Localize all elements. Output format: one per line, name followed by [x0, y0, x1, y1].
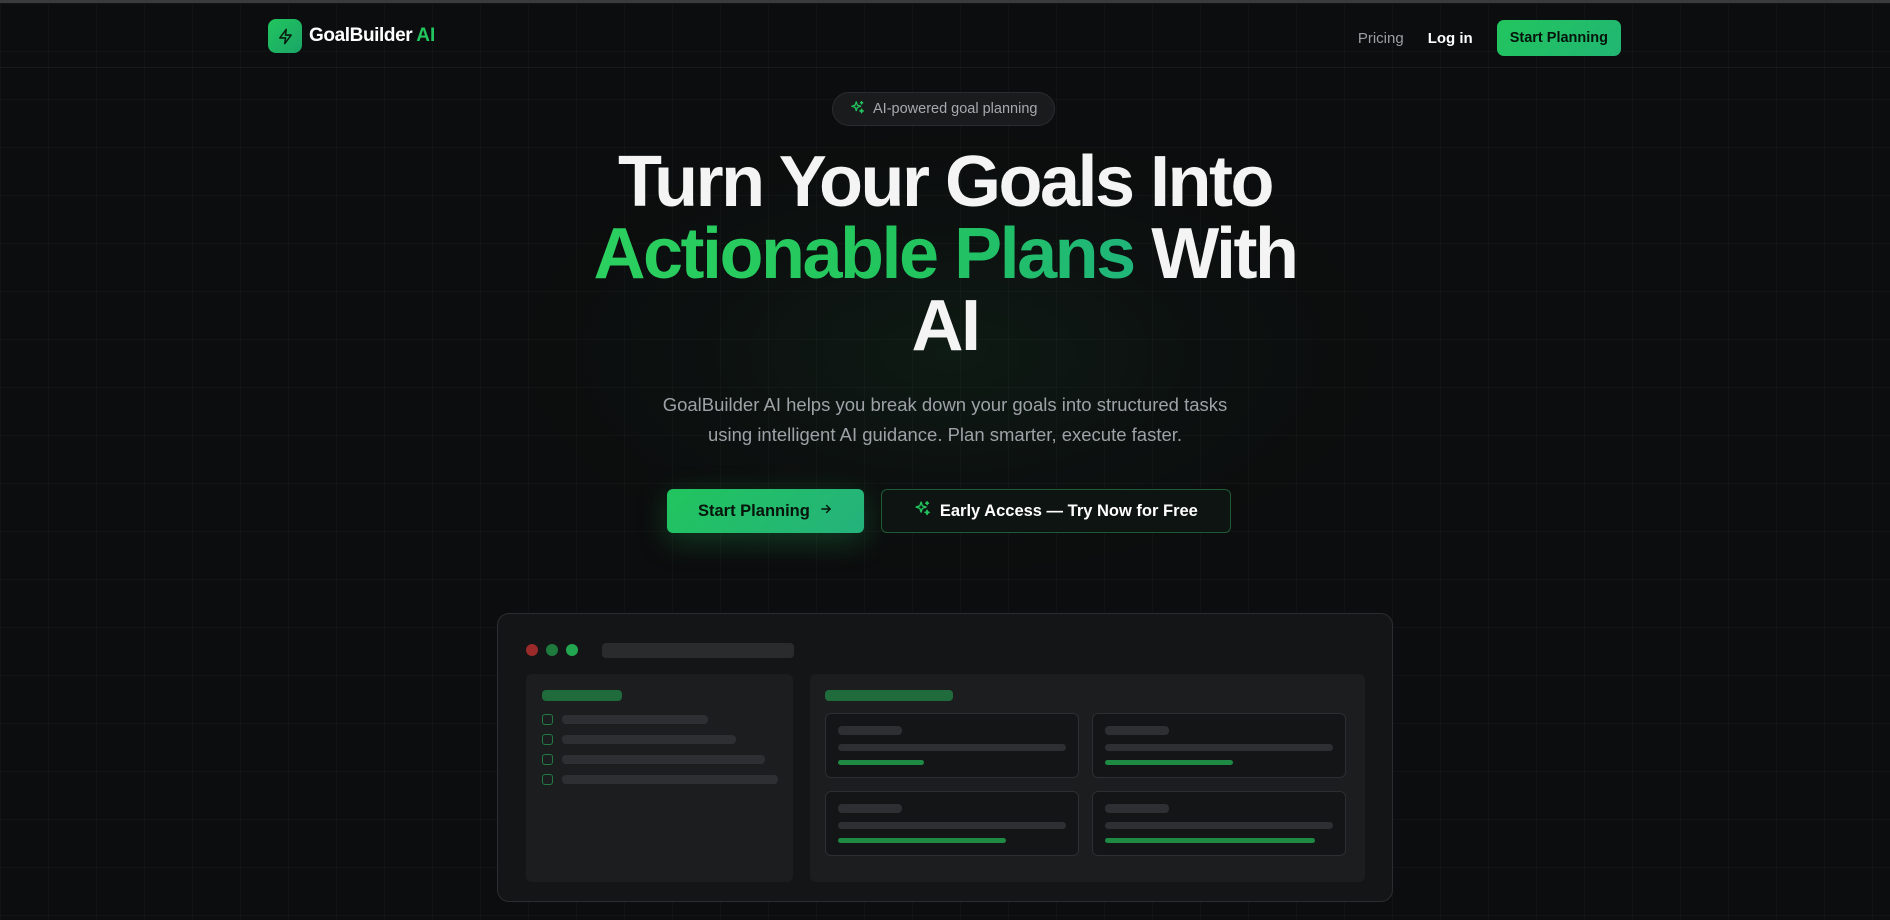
- sparkles-icon: [850, 100, 865, 119]
- mock-card: [1092, 791, 1346, 856]
- mock-task-line: [562, 715, 708, 724]
- lightning-bolt-icon: [268, 19, 302, 53]
- brand-name: GoalBuilder: [309, 25, 413, 46]
- mock-checkbox: [542, 714, 553, 725]
- sparkles-icon: [914, 500, 931, 522]
- hero-actions: Start Planning Early Access — Try Now fo…: [667, 489, 1231, 533]
- mock-task-line: [562, 755, 765, 764]
- nav-pricing-link[interactable]: Pricing: [1358, 30, 1404, 47]
- mock-card-progress: [1105, 838, 1315, 843]
- headline-line-1: Turn Your Goals Into: [617, 142, 1275, 222]
- mock-card-line: [838, 744, 1066, 751]
- brand[interactable]: GoalBuilder AI: [268, 19, 435, 53]
- arrow-right-icon: [819, 502, 833, 521]
- mock-url-bar: [602, 643, 794, 658]
- mock-checkbox: [542, 734, 553, 745]
- early-access-button[interactable]: Early Access — Try Now for Free: [880, 489, 1231, 533]
- headline-ai: AI: [911, 286, 982, 366]
- top-nav: GoalBuilder AI Pricing Log in Start Plan…: [0, 3, 1890, 68]
- mock-checkbox: [542, 774, 553, 785]
- window-dot-maximize: [566, 644, 578, 656]
- hero-headline: Turn Your Goals Into Actionable Plans Wi…: [445, 146, 1445, 362]
- mock-panel-title: [542, 690, 622, 701]
- brand-accent: AI: [416, 25, 436, 46]
- window-dot-close: [526, 644, 538, 656]
- mock-card-title: [838, 726, 902, 735]
- mock-card: [825, 713, 1079, 778]
- mock-task-line: [562, 735, 736, 744]
- window-dot-minimize: [546, 644, 558, 656]
- hero-subtitle: GoalBuilder AI helps you break down your…: [662, 394, 1228, 445]
- mock-panel-title: [825, 690, 953, 701]
- nav-login-link[interactable]: Log in: [1428, 30, 1473, 47]
- mock-cards-panel: [810, 674, 1365, 882]
- hero-badge: AI-powered goal planning: [832, 92, 1056, 126]
- mock-card: [825, 791, 1079, 856]
- mock-checkbox: [542, 754, 553, 765]
- mock-card-progress: [838, 760, 924, 765]
- mock-card: [1092, 713, 1346, 778]
- app-preview-mockup: [497, 613, 1393, 902]
- nav-start-planning-button[interactable]: Start Planning: [1496, 20, 1621, 56]
- mock-card-line: [1105, 822, 1333, 829]
- mock-task-line: [562, 775, 778, 784]
- mock-card-progress: [838, 838, 1006, 843]
- mock-checklist-panel: [526, 674, 793, 882]
- hero-badge-text: AI-powered goal planning: [873, 101, 1038, 117]
- early-access-label: Early Access — Try Now for Free: [939, 501, 1198, 520]
- mock-card-line: [838, 822, 1066, 829]
- mock-card-title: [1105, 726, 1169, 735]
- mock-card-title: [1105, 804, 1169, 813]
- headline-highlight: Actionable Plans: [593, 214, 1137, 294]
- start-planning-button[interactable]: Start Planning: [667, 489, 864, 533]
- start-planning-label: Start Planning: [698, 501, 810, 520]
- mock-card-line: [1105, 744, 1333, 751]
- mock-card-title: [838, 804, 902, 813]
- mock-card-progress: [1105, 760, 1233, 765]
- landing-page: GoalBuilder AI Pricing Log in Start Plan…: [0, 0, 1890, 920]
- nav-links: Pricing Log in Start Planning: [1358, 20, 1621, 56]
- headline-with: With: [1151, 214, 1299, 294]
